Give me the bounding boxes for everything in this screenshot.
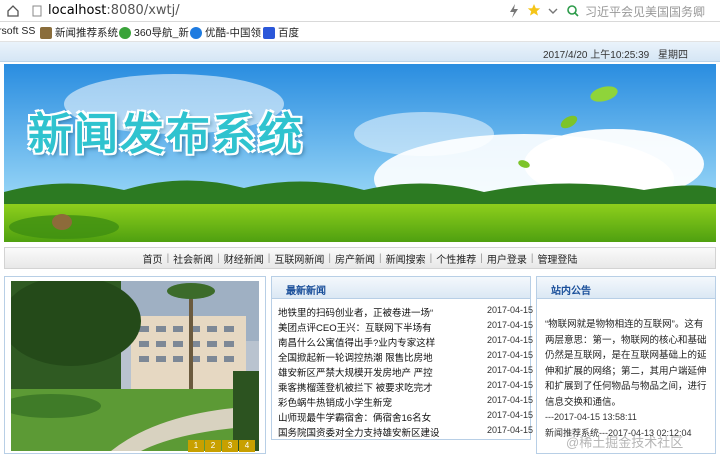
main-nav: 首页 | 社会新闻 | 财经新闻 | 互联网新闻 | 房产新闻 | 新闻搜索 | 个性推荐 |… — [4, 247, 716, 269]
latest-news-panel: 最新新闻 地铁里的扫码创业者，正被卷进一场“ 2017-04-15 美团点评CEO… — [271, 276, 533, 440]
bookmark-item[interactable]: 360导航_新 — [119, 25, 189, 40]
search-placeholder: 习近平会见美国国务卿 — [585, 5, 706, 19]
page-icon — [40, 26, 52, 39]
notice-body: “物联网就是物物相连的互联网”。这有两层意思：第一，物联网的核心和基础仍然是互联… — [537, 299, 715, 441]
address-host: localhost — [48, 3, 107, 18]
nav-admin-login[interactable]: 管理登陆 — [537, 251, 577, 266]
360-icon — [119, 26, 131, 39]
news-title[interactable]: 全国掀起新一轮调控热潮 限售比房地 — [278, 350, 454, 364]
campus-photo[interactable] — [11, 281, 259, 451]
baidu-icon — [263, 26, 275, 39]
news-date: 2017-04-15 — [487, 305, 534, 315]
news-item[interactable]: 地铁里的扫码创业者，正被卷进一场“ 2017-04-15 — [278, 305, 533, 319]
news-item[interactable]: 全国掀起新一轮调控热潮 限售比房地 2017-04-15 — [278, 350, 533, 364]
slideshow-pager: 1 2 3 4 — [188, 440, 255, 452]
news-date: 2017-04-15 — [487, 395, 534, 405]
lightning-icon[interactable] — [508, 4, 520, 18]
star-icon[interactable] — [527, 3, 541, 17]
watermark-text: @稀土掘金技术社区 — [566, 435, 684, 450]
notice-trailer: ---2017-04-15 13:58:11 — [545, 412, 637, 422]
news-date: 2017-04-15 — [487, 350, 534, 360]
nav-recommend[interactable]: 个性推荐 — [436, 251, 476, 266]
browser-toolbar: localhost:8080/xwtj/ 习近平会见美国国务卿 — [0, 0, 720, 22]
news-title[interactable]: 地铁里的扫码创业者，正被卷进一场“ — [278, 305, 454, 319]
news-date: 2017-04-15 — [487, 425, 534, 435]
chevron-down-icon[interactable] — [547, 4, 559, 18]
news-item[interactable]: 乘客携榴莲登机被拦下 被要求吃完才 2017-04-15 — [278, 380, 533, 394]
home-icon[interactable] — [6, 4, 20, 18]
news-date: 2017-04-15 — [487, 380, 534, 390]
bookmark-item[interactable]: 新闻推荐系统 — [40, 25, 118, 40]
notice-text[interactable]: “物联网就是物物相连的互联网”。这有两层意思：第一，物联网的核心和基础仍然是互联… — [545, 317, 707, 410]
news-title[interactable]: 南昌什么公寓值得出手?业内专家这样 — [278, 335, 454, 349]
news-item[interactable]: 美团点评CEO王兴：互联网下半场有 2017-04-15 — [278, 320, 533, 334]
news-date: 2017-04-15 — [487, 365, 534, 375]
date-bar: 2017/4/20 上午10:25:39 星期四 — [0, 42, 720, 62]
bookmark-item[interactable]: rsoft SS — [0, 25, 35, 37]
pager-button[interactable]: 1 — [188, 440, 204, 452]
address-path: :8080/xwtj/ — [106, 3, 180, 18]
page-icon — [32, 5, 42, 17]
youku-icon — [190, 26, 202, 39]
news-title[interactable]: 乘客携榴莲登机被拦下 被要求吃完才 — [278, 380, 454, 394]
news-title[interactable]: 雄安新区严禁大规模开发房地产 严控 — [278, 365, 454, 379]
site-banner: 新闻发布系统 — [4, 64, 716, 242]
news-title[interactable]: 美团点评CEO王兴：互联网下半场有 — [278, 320, 454, 334]
pager-button[interactable]: 2 — [205, 440, 221, 452]
banner-title: 新闻发布系统 — [28, 109, 304, 160]
search-field[interactable]: 习近平会见美国国务卿 — [563, 2, 720, 20]
current-weekday: 星期四 — [658, 50, 688, 61]
news-title[interactable]: 国务院国资委对全力支持雄安新区建设 — [278, 425, 454, 439]
nav-finance-news[interactable]: 财经新闻 — [224, 251, 264, 266]
search-icon — [567, 5, 579, 17]
latest-news-title: 最新新闻 — [272, 277, 530, 299]
nav-user-login[interactable]: 用户登录 — [487, 251, 527, 266]
address-bar[interactable]: localhost:8080/xwtj/ — [26, 2, 546, 20]
nav-social-news[interactable]: 社会新闻 — [173, 251, 213, 266]
pager-button[interactable]: 4 — [239, 440, 255, 452]
bookmark-item[interactable]: 优酷-中国领 — [190, 25, 261, 40]
nav-internet-news[interactable]: 互联网新闻 — [274, 251, 324, 266]
bookmark-item[interactable]: 百度 — [263, 25, 299, 40]
nav-realestate-news[interactable]: 房产新闻 — [335, 251, 375, 266]
current-datetime: 2017/4/20 上午10:25:39 — [543, 50, 650, 61]
photo-slideshow: 1 2 3 4 — [4, 276, 266, 454]
news-date: 2017-04-15 — [487, 335, 534, 345]
news-title[interactable]: 山师现最牛学霸宿舍：俩宿舍16名女 — [278, 410, 454, 424]
news-date: 2017-04-15 — [487, 410, 534, 420]
site-notice-title: 站内公告 — [537, 277, 715, 299]
news-item[interactable]: 南昌什么公寓值得出手?业内专家这样 2017-04-15 — [278, 335, 533, 349]
nav-home[interactable]: 首页 — [143, 251, 163, 266]
news-item[interactable]: 雄安新区严禁大规模开发房地产 严控 2017-04-15 — [278, 365, 533, 379]
pager-button[interactable]: 3 — [222, 440, 238, 452]
news-title[interactable]: 彩色蜗牛热销成小学生新宠 — [278, 395, 454, 409]
news-item[interactable]: 国务院国资委对全力支持雄安新区建设 2017-04-15 — [278, 425, 533, 439]
site-notice-panel: 站内公告 “物联网就是物物相连的互联网”。这有两层意思：第一，物联网的核心和基础… — [536, 276, 716, 454]
news-date: 2017-04-15 — [487, 320, 534, 330]
bookmarks-bar: rsoft SS 新闻推荐系统 360导航_新 优酷-中国领 百度 — [0, 22, 720, 42]
nav-news-search[interactable]: 新闻搜索 — [386, 251, 426, 266]
news-item[interactable]: 彩色蜗牛热销成小学生新宠 2017-04-15 — [278, 395, 533, 409]
news-item[interactable]: 山师现最牛学霸宿舍：俩宿舍16名女 2017-04-15 — [278, 410, 533, 424]
